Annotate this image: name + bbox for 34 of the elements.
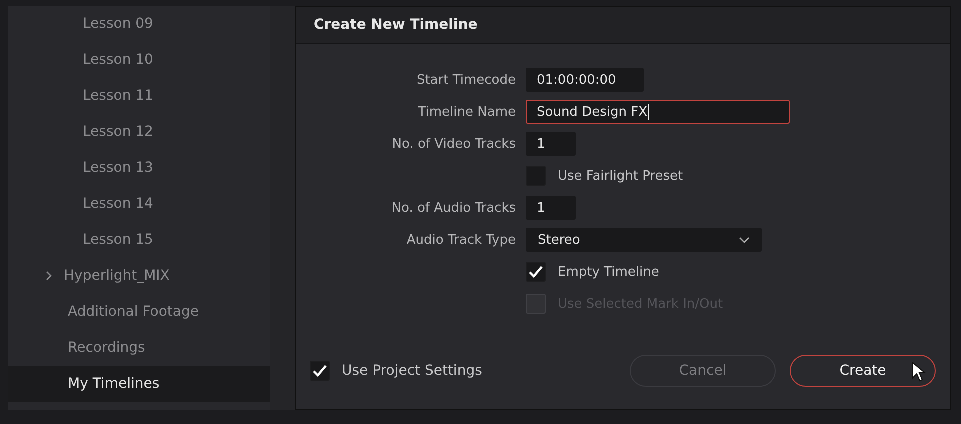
checkbox[interactable] — [526, 262, 546, 282]
field-label: No. of Video Tracks — [392, 136, 516, 152]
checkbox-label: Use Fairlight Preset — [558, 168, 684, 184]
input-field[interactable]: Sound Design FX — [526, 100, 790, 124]
dialog-title: Create New Timeline — [314, 17, 478, 33]
checkmark-icon — [313, 365, 327, 377]
field-label: Start Timecode — [416, 72, 516, 88]
create-button[interactable]: Create — [790, 355, 936, 387]
dropdown[interactable]: Stereo — [526, 228, 762, 252]
field-label: No. of Audio Tracks — [392, 200, 516, 216]
input-field[interactable]: 1 — [526, 196, 576, 220]
field-label: Timeline Name — [418, 104, 516, 120]
sidebar-item[interactable]: Lesson 13 — [8, 150, 270, 186]
input-field[interactable]: 01:00:00:00 — [526, 68, 644, 92]
cancel-button[interactable]: Cancel — [630, 355, 776, 387]
checkmark-icon — [529, 266, 543, 278]
input-field[interactable]: 1 — [526, 132, 576, 156]
checkbox[interactable] — [310, 361, 330, 381]
sidebar-item[interactable]: Lesson 11 — [8, 78, 270, 114]
sidebar-item[interactable]: Lesson 15 — [8, 222, 270, 258]
sidebar-item[interactable]: Lesson 12 — [8, 114, 270, 150]
sidebar-item[interactable]: Hyperlight_MIX — [8, 258, 270, 294]
sidebar-item[interactable]: Lesson 09 — [8, 6, 270, 42]
chevron-down-icon — [739, 236, 750, 244]
sidebar-item[interactable]: Lesson 10 — [8, 42, 270, 78]
sidebar-item[interactable]: Lesson 14 — [8, 186, 270, 222]
field-label: Audio Track Type — [406, 232, 516, 248]
sidebar-item[interactable]: My Timelines — [8, 366, 270, 402]
checkbox-label: Empty Timeline — [558, 264, 660, 280]
mouse-pointer-icon — [912, 362, 926, 382]
sidebar-item[interactable]: Additional Footage — [8, 294, 270, 330]
sidebar-item[interactable]: Recordings — [8, 330, 270, 366]
checkbox-label: Use Project Settings — [342, 363, 482, 379]
chevron-right-icon[interactable] — [46, 271, 52, 281]
